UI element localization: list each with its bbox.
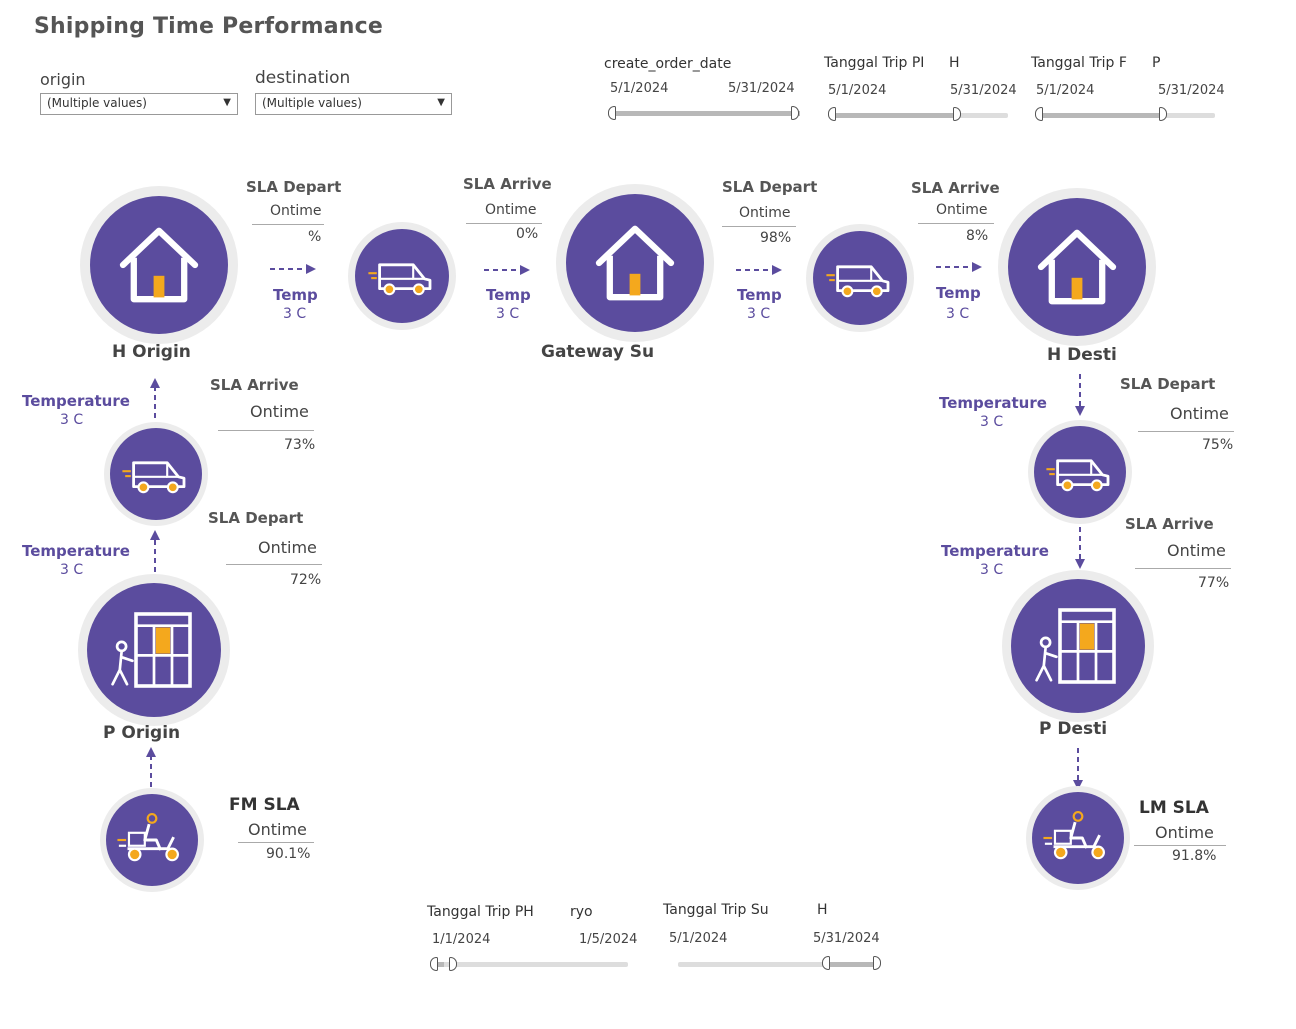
fm-node <box>100 788 204 892</box>
fm-sla-status: Ontime <box>248 820 307 839</box>
lm-sla-heading: LM SLA <box>1139 798 1209 818</box>
fm-sla-value: 90.1% <box>266 846 311 862</box>
temp-value: 3 C <box>747 306 771 322</box>
tanggal-trip-ph-bottom-label-suffix: ryo <box>570 904 593 920</box>
temp-label: Temp <box>737 286 782 304</box>
sla-status: Ontime <box>485 202 537 218</box>
slider-start-date: 1/1/2024 <box>432 932 491 947</box>
lm-sla-status: Ontime <box>1155 823 1214 842</box>
van-node <box>806 224 914 332</box>
scooter-icon <box>116 811 188 869</box>
sla-heading: SLA Arrive <box>911 179 1000 197</box>
divider <box>918 223 994 224</box>
sla-value: 98% <box>760 230 792 246</box>
divider <box>238 842 314 843</box>
sla-heading: SLA Depart <box>208 509 304 527</box>
house-icon <box>114 220 204 310</box>
temp-value: 3 C <box>980 414 1004 430</box>
temp-label: Temp <box>936 284 981 302</box>
sla-status: Ontime <box>739 205 791 221</box>
h-dest-node <box>998 188 1156 346</box>
temp-label: Temperature <box>22 392 130 410</box>
temp-label: Temp <box>486 286 531 304</box>
sla-value: 77% <box>1198 575 1230 591</box>
sla-heading: SLA Depart <box>722 178 818 196</box>
van-icon <box>825 257 895 299</box>
sla-value: 8% <box>966 228 989 244</box>
p-origin-node <box>78 574 230 726</box>
van-icon <box>367 255 437 297</box>
tanggal-trip-ph-bottom-label: Tanggal Trip PH <box>427 904 534 920</box>
slider-end-date: 5/31/2024 <box>813 931 880 946</box>
sla-heading: SLA Arrive <box>1125 515 1214 533</box>
gateway-node <box>556 184 714 342</box>
sla-status: Ontime <box>250 402 309 421</box>
van-icon <box>121 453 191 495</box>
p-origin-label: P Origin <box>103 723 181 743</box>
temp-value: 3 C <box>283 306 307 322</box>
sla-value: 72% <box>290 572 322 588</box>
temp-label: Temperature <box>939 394 1047 412</box>
van-icon <box>1045 451 1115 493</box>
tanggal-trip-su-slider[interactable] <box>678 962 880 967</box>
slider-end-date: 1/5/2024 <box>579 932 638 947</box>
sla-status: Ontime <box>258 538 317 557</box>
divider <box>252 224 324 225</box>
sla-value: % <box>308 229 322 245</box>
slider-start-handle[interactable] <box>822 956 830 970</box>
divider <box>1134 845 1226 846</box>
temp-label: Temp <box>273 286 318 304</box>
fm-sla-heading: FM SLA <box>229 795 300 815</box>
p-dest-label: P Desti <box>1039 719 1108 739</box>
house-icon <box>590 218 680 308</box>
van-node <box>1028 420 1132 524</box>
divider <box>226 564 322 565</box>
h-origin-label: H Origin <box>112 342 191 362</box>
sla-value: 0% <box>516 226 539 242</box>
h-origin-node <box>80 186 238 344</box>
temp-value: 3 C <box>496 306 520 322</box>
lm-sla-value: 91.8% <box>1172 848 1217 864</box>
temp-value: 3 C <box>980 562 1004 578</box>
lm-node <box>1026 786 1130 890</box>
divider <box>722 226 796 227</box>
sla-heading: SLA Depart <box>1120 375 1216 393</box>
van-node <box>104 422 208 526</box>
van-node <box>348 222 456 330</box>
sla-value: 73% <box>284 437 316 453</box>
sla-heading: SLA Depart <box>246 178 342 196</box>
tanggal-trip-ph-bottom-slider[interactable] <box>432 962 628 967</box>
p-dest-node <box>1002 570 1154 722</box>
locker-icon <box>1033 601 1123 691</box>
gateway-label: Gateway Su <box>541 342 655 362</box>
sla-status: Ontime <box>1167 541 1226 560</box>
tanggal-trip-su-label-suffix: H <box>817 902 828 918</box>
temp-label: Temperature <box>22 542 130 560</box>
divider <box>466 223 542 224</box>
sla-status: Ontime <box>1170 404 1229 423</box>
sla-heading: SLA Arrive <box>210 376 299 394</box>
slider-start-date: 5/1/2024 <box>669 931 728 946</box>
divider <box>218 430 314 431</box>
slider-start-handle[interactable] <box>430 957 438 971</box>
tanggal-trip-su-label: Tanggal Trip Su <box>663 902 769 918</box>
temp-label: Temperature <box>941 542 1049 560</box>
temp-value: 3 C <box>60 412 84 428</box>
locker-icon <box>109 605 199 695</box>
divider <box>1138 431 1234 432</box>
sla-heading: SLA Arrive <box>463 175 552 193</box>
house-icon <box>1032 222 1122 312</box>
h-dest-label: H Desti <box>1047 345 1117 365</box>
sla-status: Ontime <box>270 203 322 219</box>
divider <box>1135 568 1231 569</box>
scooter-icon <box>1042 809 1114 867</box>
temp-value: 3 C <box>60 562 84 578</box>
temp-value: 3 C <box>946 306 970 322</box>
sla-value: 75% <box>1202 437 1234 453</box>
sla-status: Ontime <box>936 202 988 218</box>
